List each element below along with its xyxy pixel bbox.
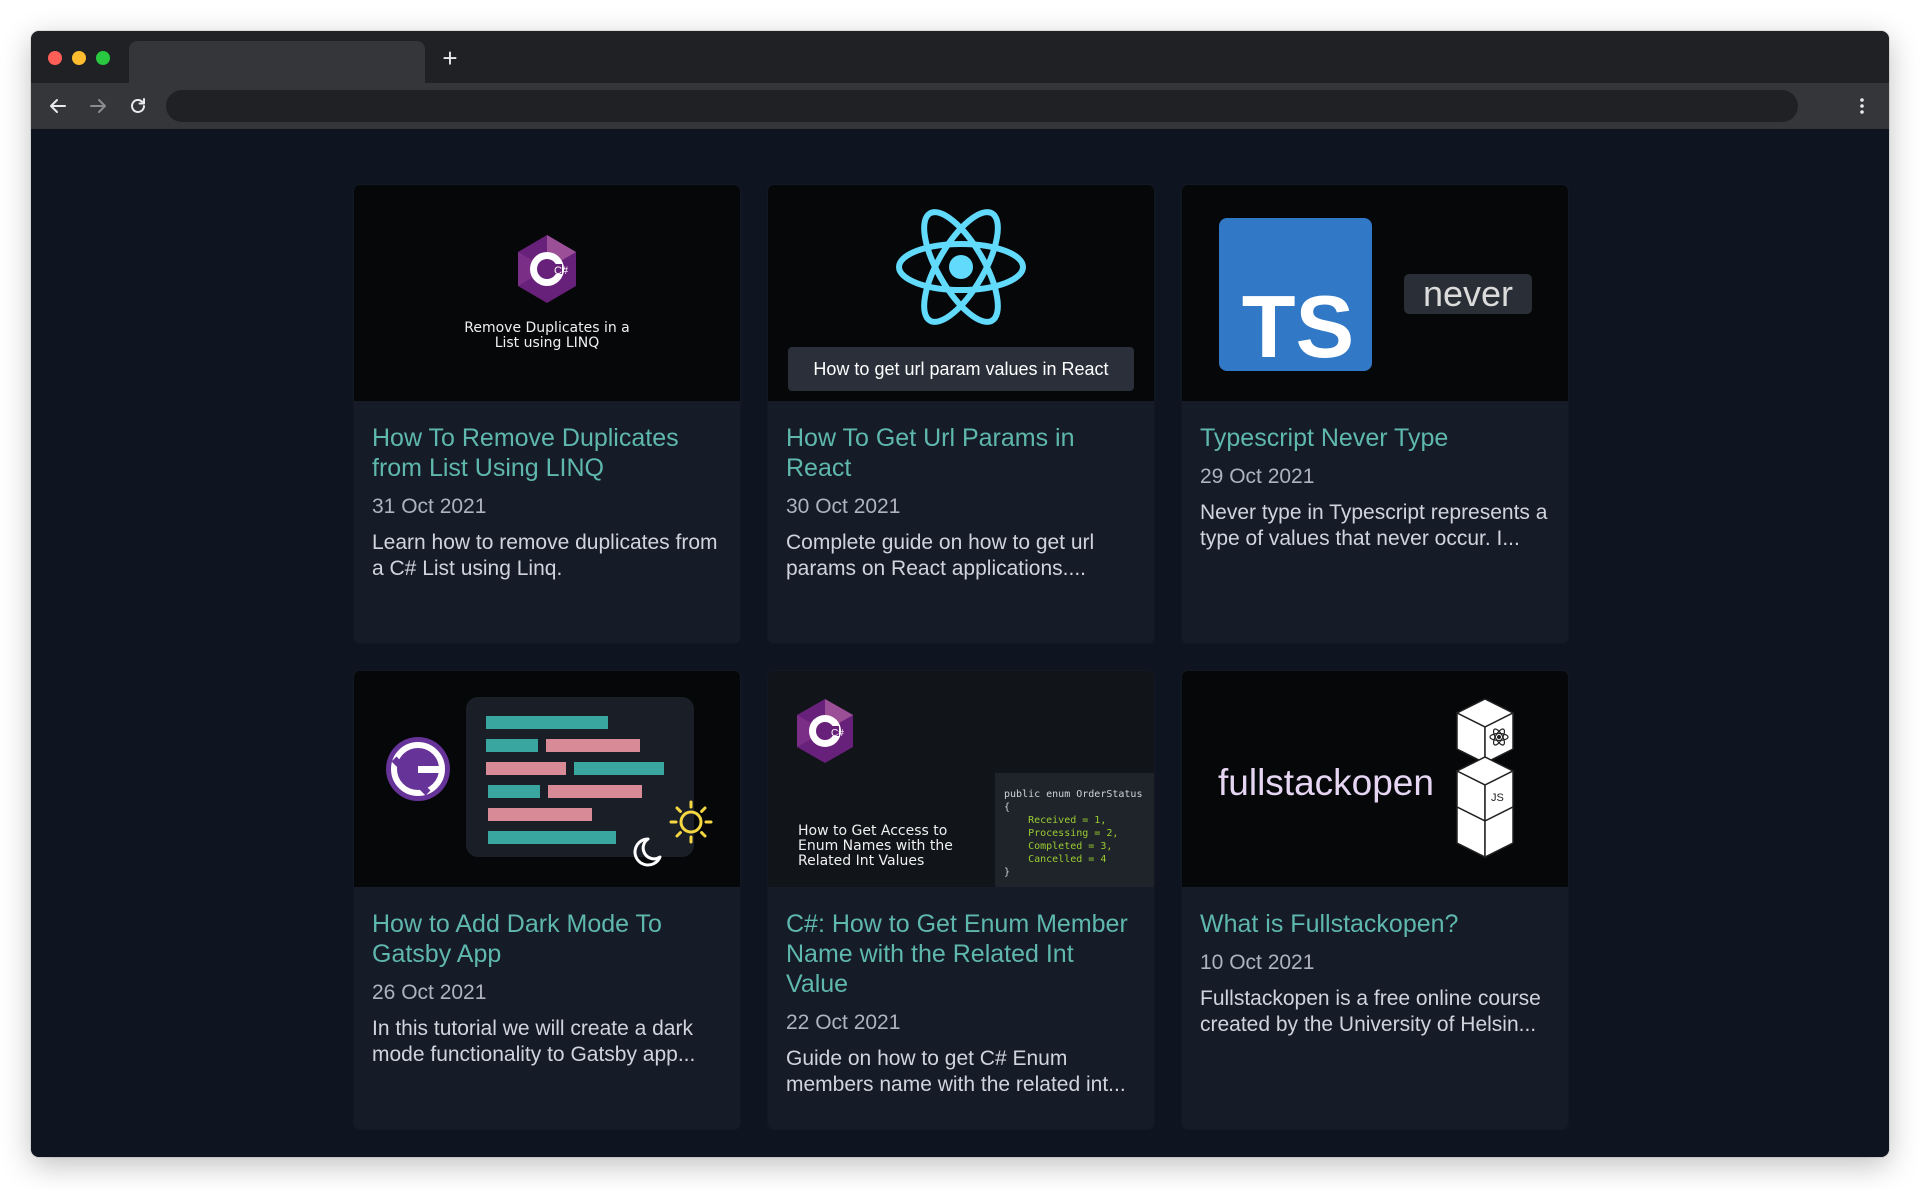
post-title[interactable]: Typescript Never Type [1200,423,1550,453]
thumb-heading-line-3: Related Int Values [798,853,924,869]
post-excerpt: Guide on how to get C# Enum members name… [786,1047,1126,1096]
forward-button[interactable] [83,91,113,121]
code-line: { [1004,802,1010,813]
browser-tab-active[interactable] [129,41,425,83]
thumb-heading-line-1: Remove Duplicates in a [464,320,630,336]
post-excerpt: Never type in Typescript represents a ty… [1200,501,1548,550]
post-card[interactable]: fullstackopen JS What is Fullstackopen? … [1182,671,1568,1129]
csharp-logo-text: C# [831,728,844,739]
maximize-window-button[interactable] [96,51,110,65]
csharp-logo-icon: C# [797,699,853,763]
post-excerpt: In this tutorial we will create a dark m… [372,1017,696,1066]
post-thumbnail: How to get url param values in React [768,185,1154,401]
code-line: Processing = 2, [1004,828,1118,839]
post-title[interactable]: How To Get Url Params in React [786,423,1136,483]
post-card[interactable]: How to Add Dark Mode To Gatsby App 26 Oc… [354,671,740,1129]
post-title[interactable]: C#: How to Get Enum Member Name with the… [786,909,1136,999]
typescript-logo-icon: TS [1219,218,1372,376]
more-vertical-icon [1860,98,1864,114]
code-line: Cancelled = 4 [1004,854,1106,865]
minimize-window-button[interactable] [72,51,86,65]
post-date: 26 Oct 2021 [372,981,487,1004]
post-title[interactable]: What is Fullstackopen? [1200,909,1550,939]
browser-toolbar [31,83,1889,129]
never-badge: never [1423,273,1513,314]
arrow-right-icon [90,99,106,113]
browser-menu-button[interactable] [1847,91,1877,121]
post-excerpt: Learn how to remove duplicates from a C#… [372,531,718,580]
code-line: Received = 1, [1004,815,1106,826]
ts-logo-text: TS [1242,277,1354,376]
back-button[interactable] [43,91,73,121]
post-card[interactable]: C# How to Get Access to Enum Names with … [768,671,1154,1129]
post-thumbnail: TS never [1182,185,1568,401]
code-line: Completed = 3, [1004,841,1112,852]
thumb-heading-line-1: How to Get Access to [798,823,947,839]
post-date: 29 Oct 2021 [1200,465,1315,488]
thumb-heading-line-2: Enum Names with the [798,838,953,854]
post-date: 31 Oct 2021 [372,495,487,518]
reload-button[interactable] [123,91,153,121]
close-window-button[interactable] [48,51,62,65]
post-card[interactable]: C# Remove Duplicates in a List using LIN… [354,185,740,643]
address-bar[interactable] [166,90,1798,122]
post-title[interactable]: How to Add Dark Mode To Gatsby App [372,909,722,969]
post-card[interactable]: TS never Typescript Never Type 29 Oct 20… [1182,185,1568,643]
post-card[interactable]: How to get url param values in React How… [768,185,1154,643]
reload-icon [131,98,145,113]
post-excerpt: Fullstackopen is a free online course cr… [1200,987,1541,1036]
browser-window: + C# Remove Duplicates in a List using L… [31,31,1889,1157]
code-snippet: public enum OrderStatus { Received = 1, … [995,773,1154,887]
new-tab-button[interactable]: + [435,43,465,73]
post-title[interactable]: How To Remove Duplicates from List Using… [372,423,722,483]
post-grid: C# Remove Duplicates in a List using LIN… [354,185,1568,1129]
fullstackopen-wordmark: fullstackopen [1218,762,1434,803]
csharp-logo-text: C# [554,265,569,277]
page-content: C# Remove Duplicates in a List using LIN… [31,129,1889,1157]
code-line: public enum OrderStatus [1004,789,1142,800]
post-excerpt: Complete guide on how to get url params … [786,531,1095,580]
post-date: 10 Oct 2021 [1200,951,1315,974]
post-date: 22 Oct 2021 [786,1011,901,1034]
post-thumbnail: fullstackopen JS [1182,671,1568,887]
csharp-logo-icon: C# [518,235,576,303]
thumb-heading-line-2: List using LINQ [495,335,600,351]
stacked-cubes-illustration [1455,698,1515,859]
js-logo-text: JS [1491,792,1504,804]
gatsby-logo-icon [386,737,450,801]
post-thumbnail: C# Remove Duplicates in a List using LIN… [354,185,740,401]
thumb-caption: How to get url param values in React [813,359,1108,379]
code-editor-illustration [466,697,694,857]
post-thumbnail [354,671,740,887]
post-thumbnail: C# How to Get Access to Enum Names with … [768,671,1154,887]
code-line: } [1004,867,1010,878]
tab-bar: + [31,31,1889,83]
arrow-left-icon [50,99,66,113]
react-logo-icon [896,209,1026,325]
post-date: 30 Oct 2021 [786,495,901,518]
